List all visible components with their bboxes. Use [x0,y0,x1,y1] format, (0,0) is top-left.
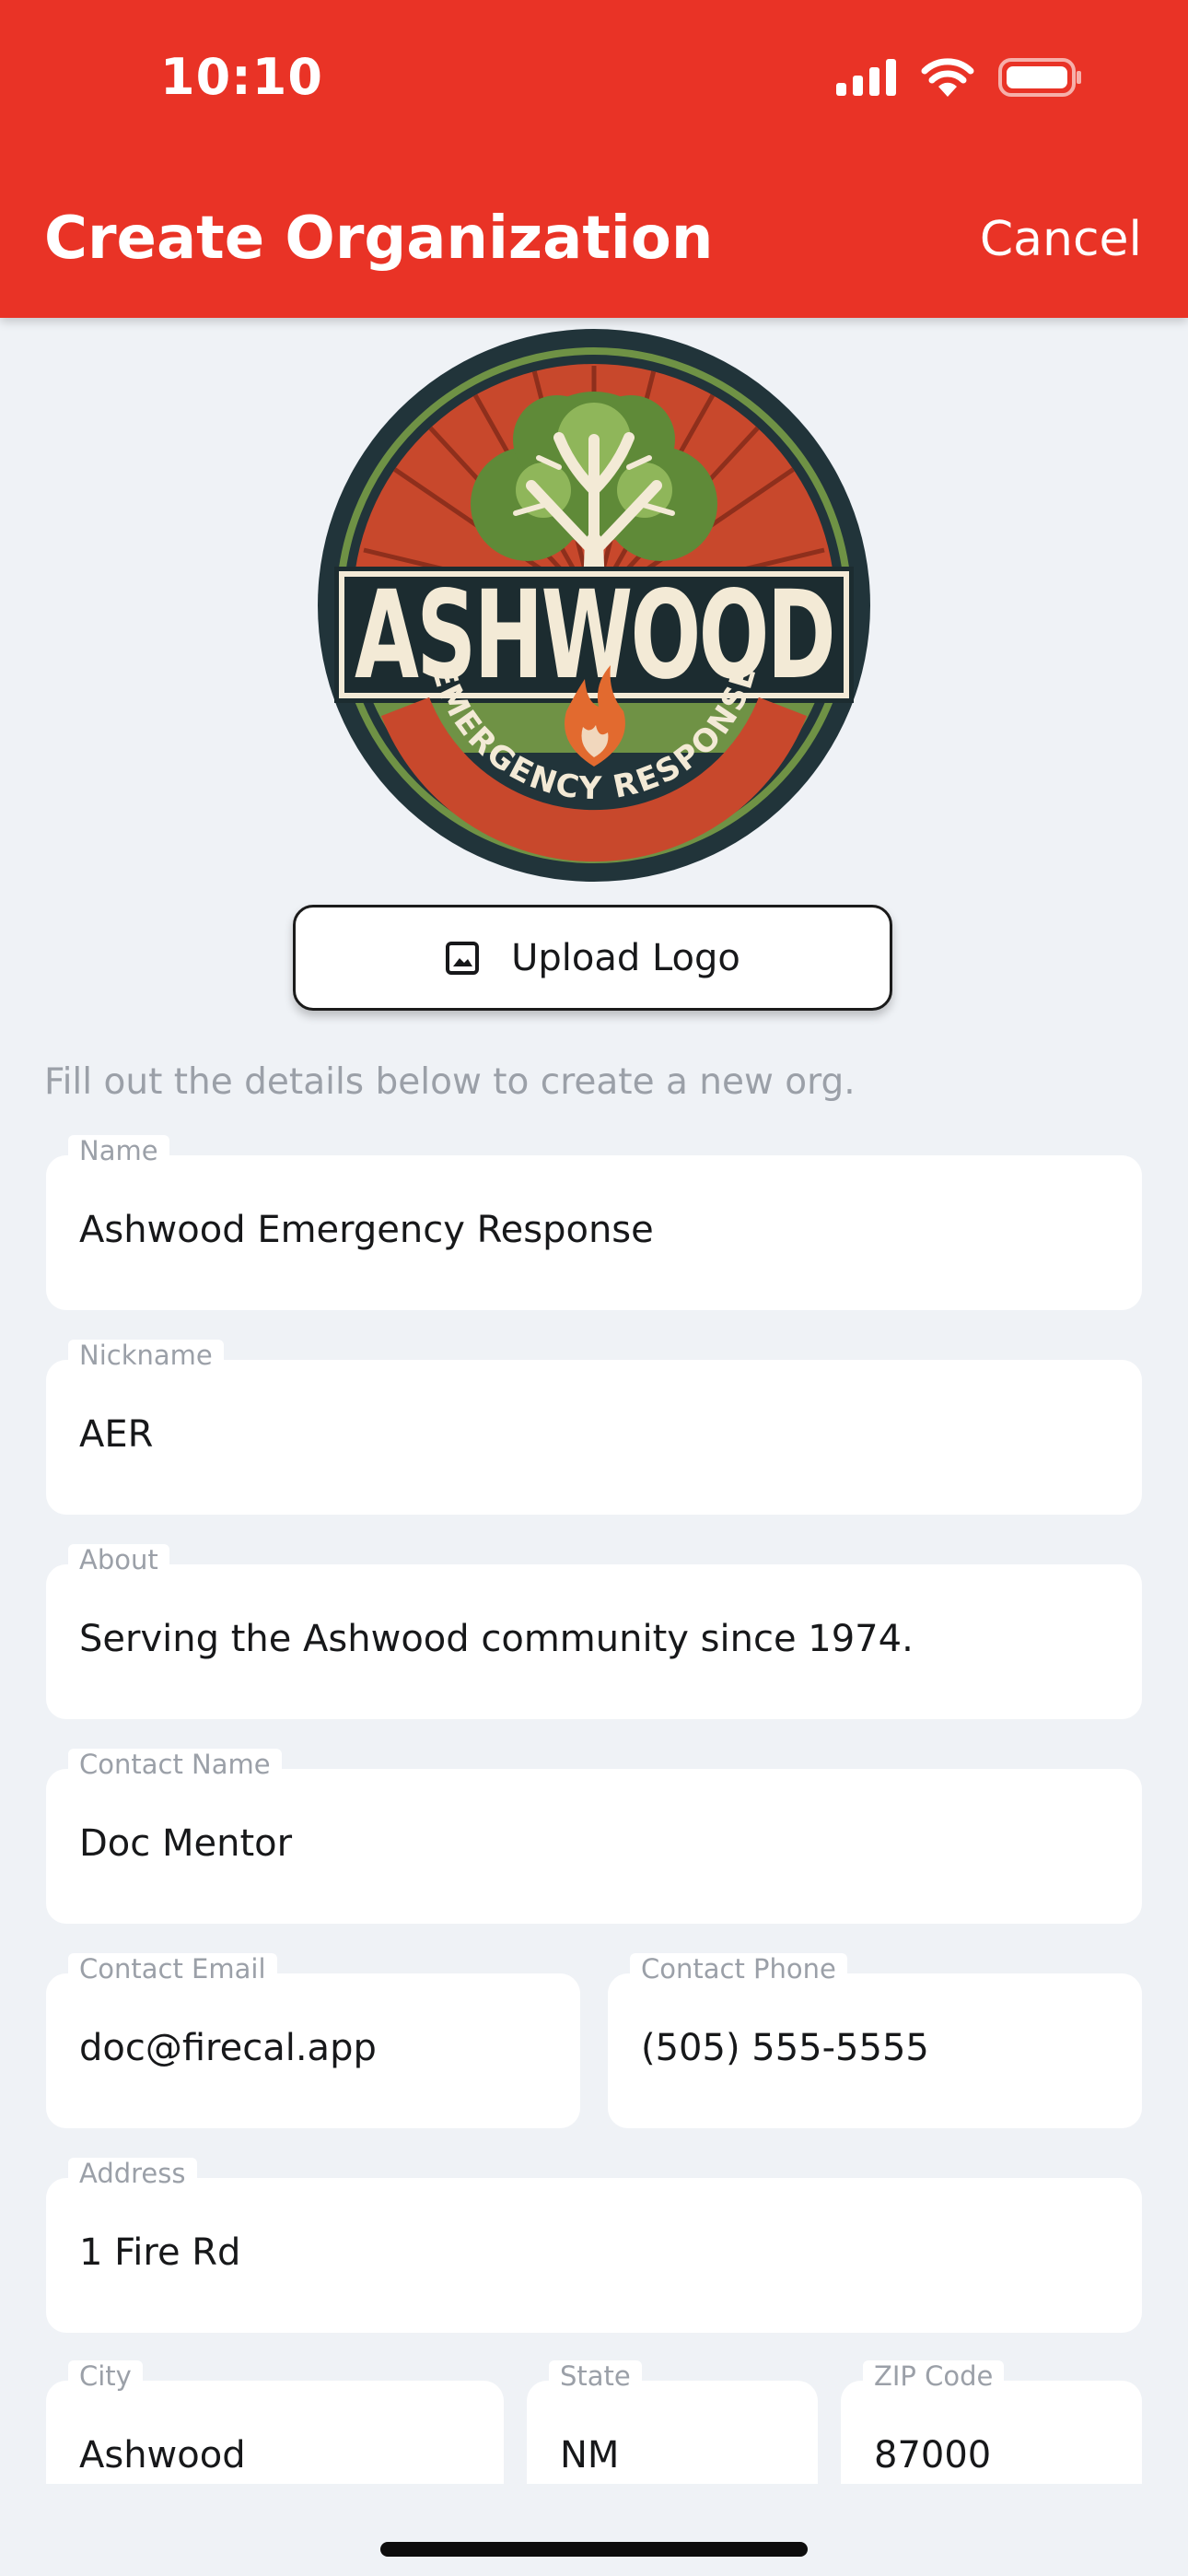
address-label: Address [68,2158,197,2189]
about-field[interactable]: About Serving the Ashwood community sinc… [46,1544,1142,1719]
wifi-icon [921,58,974,97]
image-icon [446,941,480,975]
nickname-input[interactable]: AER [79,1413,1114,1456]
address-field[interactable]: Address 1 Fire Rd [46,2158,1142,2333]
organization-logo: ASHWOOD EMERGENCY RESPONSE [318,329,870,882]
svg-text:ASHWOOD: ASHWOOD [355,565,833,707]
about-label: About [68,1544,169,1575]
about-input[interactable]: Serving the Ashwood community since 1974… [79,1618,1114,1660]
state-input[interactable]: NM [560,2434,790,2476]
nickname-field[interactable]: Nickname AER [46,1340,1142,1515]
contact-name-field[interactable]: Contact Name Doc Mentor [46,1749,1142,1924]
city-label: City [68,2360,143,2392]
status-time: 10:10 [160,48,323,106]
battery-icon [998,58,1081,97]
city-input[interactable]: Ashwood [79,2434,476,2476]
contact-name-label: Contact Name [68,1749,282,1780]
contact-phone-label: Contact Phone [630,1953,847,1985]
state-label: State [549,2360,642,2392]
home-indicator[interactable] [380,2542,808,2557]
nickname-label: Nickname [68,1340,224,1371]
contact-email-field[interactable]: Contact Email doc@firecal.app [46,1953,580,2128]
app-header: 10:10 Create Organization Cancel [0,0,1188,318]
cellular-signal-icon [836,59,896,96]
page-title: Create Organization [44,205,714,273]
zip-label: ZIP Code [863,2360,1005,2392]
status-icons [836,57,1083,98]
address-input[interactable]: 1 Fire Rd [79,2231,1114,2274]
name-input[interactable]: Ashwood Emergency Response [79,1209,1114,1251]
contact-email-input[interactable]: doc@firecal.app [79,2027,553,2069]
contact-email-label: Contact Email [68,1953,277,1985]
contact-phone-input[interactable]: (505) 555-5555 [641,2027,1114,2069]
cancel-button[interactable]: Cancel [980,212,1142,267]
name-field[interactable]: Name Ashwood Emergency Response [46,1135,1142,1310]
upload-logo-button[interactable]: Upload Logo [293,905,892,1011]
contact-name-input[interactable]: Doc Mentor [79,1822,1114,1865]
upload-logo-label: Upload Logo [511,936,740,979]
name-label: Name [68,1135,169,1166]
form-instructions: Fill out the details below to create a n… [44,1061,856,1103]
zip-input[interactable]: 87000 [874,2434,1114,2476]
contact-phone-field[interactable]: Contact Phone (505) 555-5555 [608,1953,1142,2128]
bottom-safe-area [0,2484,1188,2576]
